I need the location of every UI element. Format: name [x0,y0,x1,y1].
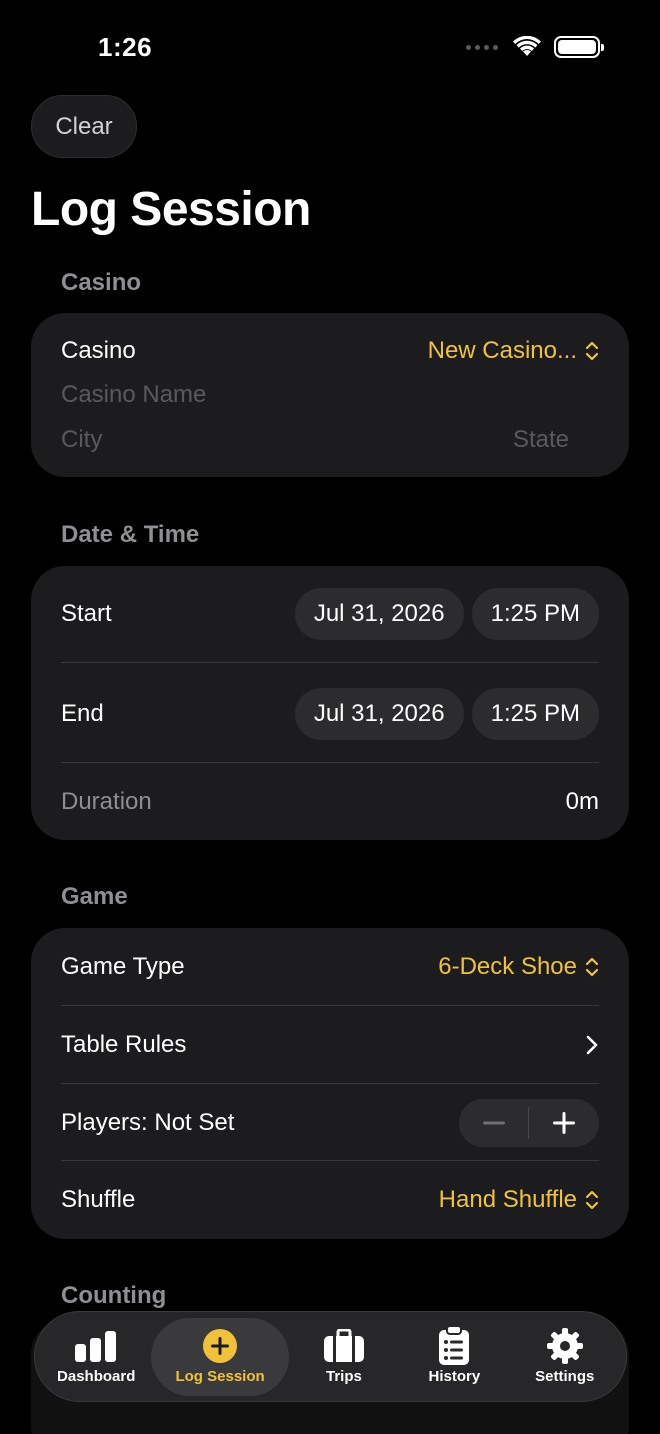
start-time-picker[interactable]: 1:25 PM [471,588,599,640]
start-label: Start [61,600,112,627]
end-row: End Jul 31, 2026 1:25 PM [61,688,599,740]
page-title: Log Session [31,183,311,236]
casino-picker[interactable]: New Casino... [428,337,599,365]
divider [61,762,599,763]
casino-picker-row[interactable]: Casino New Casino... [61,333,599,369]
date-time-card: Start Jul 31, 2026 1:25 PM End Jul 31, 2… [31,566,629,840]
players-label: Players: Not Set [61,1109,235,1136]
divider [61,1160,599,1161]
status-icons [466,36,604,58]
battery-icon [554,36,604,58]
clear-button[interactable]: Clear [31,95,137,158]
decrement-button[interactable] [459,1099,528,1147]
tab-label: Dashboard [57,1368,136,1385]
shuffle-label: Shuffle [61,1186,136,1213]
table-rules-row[interactable]: Table Rules [61,1026,599,1064]
section-header-game: Game [61,883,128,910]
players-stepper[interactable] [459,1099,599,1147]
wifi-icon [513,36,541,56]
game-type-picker[interactable]: 6-Deck Shoe [438,953,599,981]
clipboard-list-icon [439,1326,470,1365]
end-time-picker[interactable]: 1:25 PM [471,688,599,740]
shuffle-picker[interactable]: Hand Shuffle [439,1186,599,1214]
tab-label: Trips [325,1368,362,1385]
tab-history[interactable]: History [399,1318,509,1396]
cellular-signal-icon [466,44,498,50]
plus-icon [552,1112,575,1134]
divider [61,1083,599,1084]
status-bar: 1:26 [0,0,660,96]
end-label: End [61,700,104,727]
duration-value: 0m [565,788,599,815]
section-header-casino: Casino [61,269,142,296]
city-input[interactable]: City [61,426,102,454]
tab-bar: Dashboard Log Session Trips History Sett… [34,1311,627,1402]
game-card: Game Type 6-Deck Shoe Table Rules Player… [31,928,629,1239]
end-date-picker[interactable]: Jul 31, 2026 [294,688,464,740]
shuffle-row[interactable]: Shuffle Hand Shuffle [61,1181,599,1219]
casino-name-row[interactable]: Casino Name [61,377,599,413]
start-row: Start Jul 31, 2026 1:25 PM [61,588,599,640]
status-time: 1:26 [98,32,153,62]
chevron-right-icon [586,1035,598,1055]
game-type-row[interactable]: Game Type 6-Deck Shoe [61,948,599,986]
chevron-up-down-icon [585,957,599,977]
section-header-counting: Counting [61,1282,167,1309]
tab-label: Log Session [175,1368,265,1385]
city-state-row: City State [61,422,599,458]
chevron-up-down-icon [585,1190,599,1210]
plus-circle-icon [203,1329,238,1363]
game-type-label: Game Type [61,953,185,980]
divider [61,1005,599,1006]
tab-trips[interactable]: Trips [289,1318,399,1396]
tab-label: History [428,1368,481,1385]
state-input[interactable]: State [513,426,569,454]
game-type-value: 6-Deck Shoe [438,953,577,980]
tab-log-session[interactable]: Log Session [151,1317,289,1396]
bar-chart-icon [75,1331,117,1362]
casino-picker-value: New Casino... [427,337,577,364]
tab-dashboard[interactable]: Dashboard [41,1318,151,1396]
section-header-date-time: Date & Time [61,521,200,548]
start-date-picker[interactable]: Jul 31, 2026 [294,588,464,640]
chevron-up-down-icon [585,341,599,361]
duration-label: Duration [61,788,152,815]
shuffle-value: Hand Shuffle [438,1186,577,1213]
tab-settings[interactable]: Settings [510,1318,620,1396]
duration-row: Duration 0m [61,784,599,820]
minus-icon [482,1121,505,1125]
casino-label: Casino [61,337,136,364]
divider [61,662,599,663]
tab-label: Settings [535,1368,595,1385]
casino-card: Casino New Casino... Casino Name City St… [31,313,629,477]
increment-button[interactable] [529,1099,598,1147]
gear-icon [546,1328,583,1364]
table-rules-label: Table Rules [61,1031,187,1058]
suitcase-icon [323,1329,364,1362]
casino-name-input[interactable]: Casino Name [61,381,206,409]
players-row: Players: Not Set [61,1099,599,1147]
